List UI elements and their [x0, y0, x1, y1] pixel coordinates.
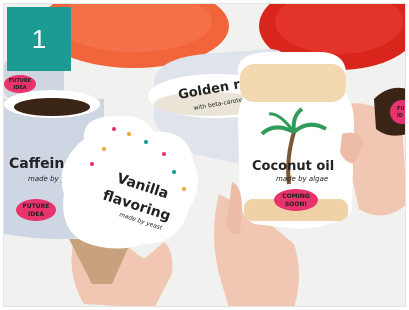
caffeine-badge-line2: IDEA: [28, 211, 44, 218]
coconut-sub: made by algae: [276, 175, 328, 183]
right-edge-badge-line2: ID: [397, 113, 403, 119]
slide-number-badge: 1: [7, 7, 71, 71]
left-top-badge-line1: FUTURE: [9, 78, 32, 84]
coconut-card: Coconut oil made by algae COMING SOON!: [237, 52, 354, 229]
coconut-badge-line1: COMING: [282, 193, 310, 200]
left-top-badge-line2: IDEA: [13, 85, 26, 91]
photo-frame: FUTURE IDEA Golden ric with beta-caroten…: [3, 3, 406, 307]
right-edge-badge-line1: FU: [397, 106, 404, 112]
slide-number: 1: [31, 23, 47, 54]
coconut-title: Coconut oil: [252, 159, 334, 174]
right-edge-card: FU ID: [374, 87, 405, 136]
coconut-badge-line2: SOON!: [285, 201, 307, 208]
caffeine-badge-line1: FUTURE: [23, 203, 50, 210]
